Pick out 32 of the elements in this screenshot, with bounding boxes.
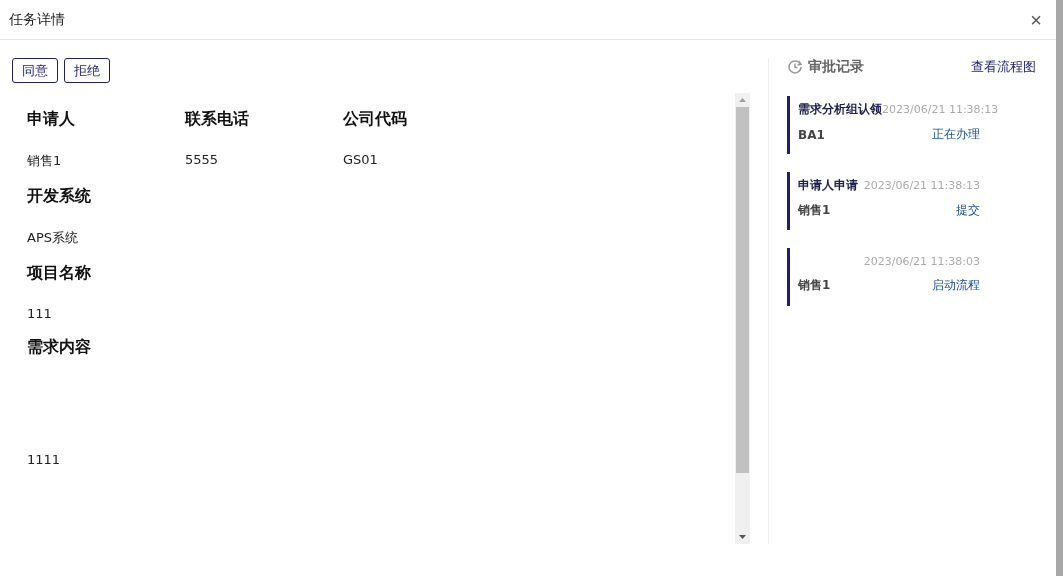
field-value: 销售1 (27, 152, 63, 170)
handler-name: 销售1 (798, 202, 831, 219)
history-icon (787, 59, 803, 75)
dialog-title: 任务详情 (9, 10, 65, 29)
record-time: 2023/06/21 11:38:13 (882, 103, 999, 116)
section-title: 审批记录 (808, 58, 864, 76)
field-value: GS01 (343, 152, 379, 167)
field-label: 联系电话 (185, 109, 250, 130)
field-label: 申请人 (27, 109, 76, 130)
scrollbar[interactable] (735, 93, 750, 544)
field-label: 公司代码 (343, 109, 408, 130)
field-label: 需求内容 (27, 337, 92, 358)
record-status: 启动流程 (932, 277, 980, 294)
record-time: 2023/06/21 11:38:13 (863, 179, 980, 192)
field-label: 项目名称 (27, 263, 92, 284)
field-value: 5555 (185, 152, 220, 167)
view-flowchart-link[interactable]: 查看流程图 (971, 58, 1036, 76)
close-button[interactable]: × (1030, 9, 1042, 30)
action-button[interactable]: 拒绝 (64, 58, 110, 83)
field-value: APS系统 (27, 229, 79, 247)
step-name: 需求分析组认领 (798, 101, 882, 118)
field-value: 111 (27, 306, 53, 321)
record-status: 正在办理 (932, 126, 980, 143)
handler-name: 销售1 (798, 277, 831, 294)
field-label: 开发系统 (27, 186, 92, 207)
field-value: 1111 (27, 452, 62, 467)
step-name: 申请人申请 (798, 177, 858, 194)
action-button[interactable]: 同意 (12, 58, 58, 83)
handler-name: BA1 (798, 127, 825, 142)
record-status: 提交 (956, 202, 980, 219)
scrollbar-thumb[interactable] (736, 107, 749, 473)
record-time: 2023/06/21 11:38:03 (863, 254, 980, 268)
